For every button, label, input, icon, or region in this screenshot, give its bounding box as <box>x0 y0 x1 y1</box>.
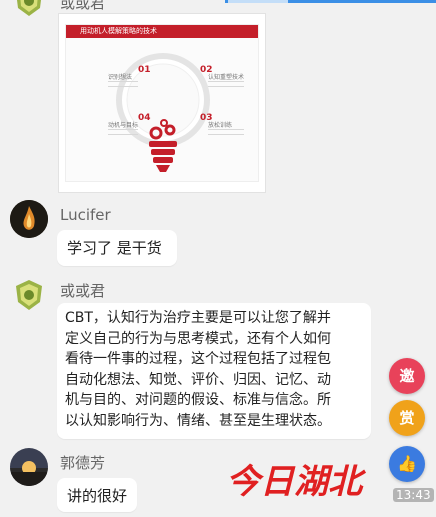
like-icon: 👍 <box>397 454 417 473</box>
reward-button[interactable]: 赏 <box>389 400 425 436</box>
message-text: 学习了 是干货 <box>67 239 162 257</box>
message-line: CBT，认知行为治疗主要是可以让您了解并 <box>65 310 331 326</box>
message-line: 以认知影响行为、情绪、甚至是生理状态。 <box>65 412 331 429</box>
slide-rule <box>208 86 244 87</box>
slide-title: 用动机人模解策略的技术 <box>80 27 157 35</box>
message-line: 定义自己的行为与思考模式，还有个人如何 <box>65 330 331 347</box>
lightbulb-diagram-icon <box>116 53 210 172</box>
slide-rule <box>208 134 244 135</box>
message-line: 机与目的、对问题的假设、标准与信念。所 <box>65 392 331 408</box>
watermark-text: 今日湖北 <box>226 462 362 502</box>
slide-rule <box>108 81 138 82</box>
slide-rule <box>108 86 138 87</box>
message-bubble[interactable]: 学习了 是干货 <box>57 230 177 266</box>
slide-rule <box>208 129 244 130</box>
like-button[interactable]: 👍 <box>389 446 425 482</box>
slide-rule <box>108 134 138 135</box>
slide-number: 04 <box>138 113 151 123</box>
reward-icon: 赏 <box>399 409 415 427</box>
sender-name: Lucifer <box>60 206 111 224</box>
invite-button[interactable]: 邀 <box>389 358 425 394</box>
sender-name: 或或君 <box>60 0 106 12</box>
sender-name: 郭德芳 <box>60 454 106 472</box>
message-line: 自动化想法、知觉、评价、归因、记忆、动 <box>65 371 331 388</box>
message-bubble[interactable]: 讲的很好 <box>57 478 137 512</box>
image-message[interactable]: 用动机人模解策略的技术 01 02 03 04 识别想法 认知重塑技术 动机与目… <box>58 13 266 193</box>
flame-avatar-icon <box>10 200 48 238</box>
shield-avatar-icon <box>17 0 41 16</box>
slide-label: 认知重塑技术 <box>208 74 245 81</box>
slide-image: 用动机人模解策略的技术 01 02 03 04 识别想法 认知重塑技术 动机与目… <box>65 24 259 182</box>
slide-rule <box>108 129 138 130</box>
top-progress-highlight <box>228 0 288 3</box>
avatar-lucifer[interactable] <box>10 200 48 238</box>
slide-number: 01 <box>138 65 151 75</box>
slide-label: 识别想法 <box>108 74 133 81</box>
shield-avatar-icon <box>16 280 42 310</box>
slide-label: 放松训练 <box>208 122 233 129</box>
message-bubble[interactable]: CBT，认知行为治疗主要是可以让您了解并 定义自己的行为与思考模式，还有个人如何… <box>57 303 371 439</box>
slide-label: 动机与目标 <box>108 122 139 129</box>
message-line: 看待一件事的过程，这个过程包括了过程包 <box>65 351 331 367</box>
timestamp: 13:43 <box>393 488 434 502</box>
avatar-guodefang[interactable] <box>10 448 48 486</box>
sender-name: 或或君 <box>60 282 106 300</box>
message-text: 讲的很好 <box>67 487 128 505</box>
invite-icon: 邀 <box>399 367 415 385</box>
slide-header: 用动机人模解策略的技术 <box>66 25 258 38</box>
avatar-huohuojun[interactable] <box>10 276 48 314</box>
slide-rule <box>208 81 244 82</box>
sunset-avatar-icon <box>10 448 48 486</box>
avatar-huohuojun[interactable] <box>10 0 48 20</box>
